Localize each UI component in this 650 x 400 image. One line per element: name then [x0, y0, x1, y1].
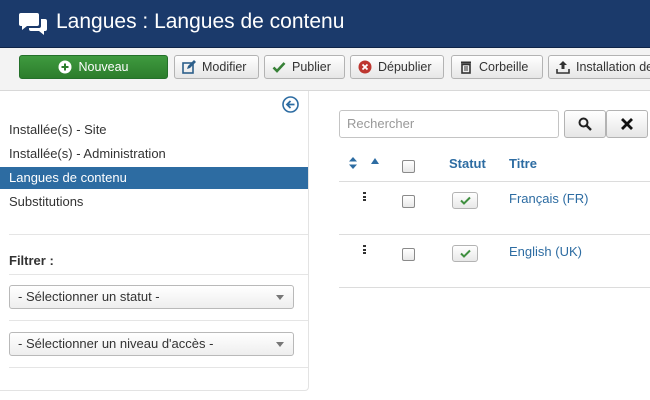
unpublish-button[interactable]: Dépublier: [350, 55, 444, 79]
sidebar-item-installed-site[interactable]: Installée(s) - Site: [0, 119, 308, 141]
edit-icon: [182, 60, 196, 74]
install-button-label: Installation de: [576, 60, 650, 74]
sidebar-item-label: Langues de contenu: [9, 170, 127, 185]
publish-button[interactable]: Publier: [264, 55, 345, 79]
trash-button[interactable]: Corbeille: [451, 55, 543, 79]
status-filter-select[interactable]: - Sélectionner un statut -: [9, 285, 294, 309]
search-button[interactable]: [564, 110, 606, 138]
sidebar-item-overrides[interactable]: Substitutions: [0, 191, 308, 213]
row-divider: [339, 287, 650, 288]
filter-divider: [9, 367, 308, 368]
status-toggle-button[interactable]: [452, 192, 478, 209]
select-all-checkbox[interactable]: [402, 160, 415, 173]
page-header: Langues : Langues de contenu: [0, 0, 650, 48]
trash-button-label: Corbeille: [479, 60, 529, 74]
chevron-down-icon: [276, 342, 284, 347]
language-title-link[interactable]: Français (FR): [509, 191, 588, 206]
publish-button-label: Publier: [292, 60, 331, 74]
drag-handle-icon[interactable]: [363, 245, 367, 256]
install-button[interactable]: Installation de: [548, 55, 650, 79]
search-input[interactable]: Rechercher: [339, 110, 559, 138]
sort-asc-icon[interactable]: [371, 158, 379, 164]
row-checkbox[interactable]: [402, 195, 415, 208]
language-title-link[interactable]: English (UK): [509, 244, 582, 259]
sidebar: Installée(s) - Site Installée(s) - Admin…: [0, 91, 309, 391]
row-divider: [339, 234, 650, 235]
sidebar-item-label: Installée(s) - Administration: [9, 146, 166, 161]
column-header-status[interactable]: Statut: [449, 156, 486, 171]
search-icon: [578, 117, 592, 131]
trash-icon: [459, 60, 473, 74]
toolbar: Nouveau Modifier Publier Dépublier Corbe…: [0, 48, 650, 91]
row-checkbox[interactable]: [402, 248, 415, 261]
filter-divider: [9, 274, 308, 275]
plus-circle-icon: [58, 60, 72, 74]
check-icon: [459, 249, 471, 258]
sidebar-item-label: Substitutions: [9, 194, 84, 209]
column-header-title[interactable]: Titre: [509, 156, 537, 171]
edit-button[interactable]: Modifier: [174, 55, 259, 79]
chevron-down-icon: [276, 295, 284, 300]
check-icon: [272, 60, 286, 74]
edit-button-label: Modifier: [202, 60, 247, 74]
new-button[interactable]: Nouveau: [19, 55, 168, 79]
chat-bubbles-icon: [19, 13, 47, 35]
check-icon: [459, 196, 471, 205]
filter-divider: [9, 320, 308, 321]
sidebar-divider: [9, 234, 308, 235]
header-divider: [339, 181, 650, 182]
status-toggle-button[interactable]: [452, 245, 478, 262]
sidebar-item-content-languages[interactable]: Langues de contenu: [0, 167, 308, 189]
access-filter-select[interactable]: - Sélectionner un niveau d'accès -: [9, 332, 294, 356]
drag-handle-icon[interactable]: [363, 192, 367, 203]
status-filter-value: - Sélectionner un statut -: [18, 289, 160, 304]
unpublish-button-label: Dépublier: [378, 60, 432, 74]
sort-order-icon[interactable]: [349, 157, 357, 169]
clear-search-button[interactable]: [606, 110, 648, 138]
new-button-label: Nouveau: [78, 60, 129, 74]
sidebar-item-installed-admin[interactable]: Installée(s) - Administration: [0, 143, 308, 165]
page-title: Langues : Langues de contenu: [56, 10, 345, 33]
collapse-sidebar-icon[interactable]: [282, 96, 299, 113]
filter-label: Filtrer :: [9, 253, 54, 268]
sidebar-item-label: Installée(s) - Site: [9, 122, 107, 137]
upload-icon: [556, 60, 570, 74]
access-filter-value: - Sélectionner un niveau d'accès -: [18, 336, 214, 351]
unpublish-icon: [358, 60, 372, 74]
close-icon: [621, 118, 633, 130]
